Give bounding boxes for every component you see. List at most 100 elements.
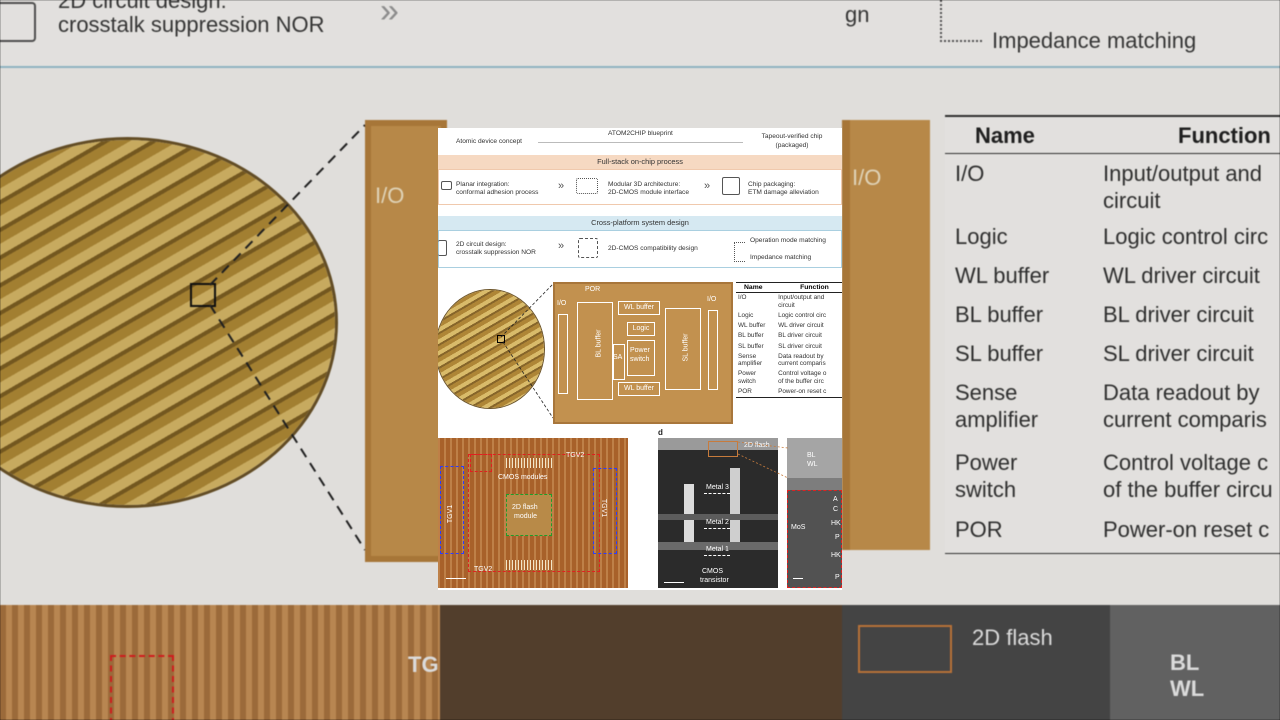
hk1-label: HK	[831, 520, 841, 527]
scale-bar	[446, 578, 466, 579]
background-bottom-tg: TG	[408, 652, 439, 677]
process-item-3-line2: ETM damage alleviation	[748, 189, 819, 196]
scale-bar	[664, 582, 684, 583]
background-bottom-orangebox	[858, 625, 952, 673]
tgv1-left-label: TGV1	[447, 504, 455, 524]
background-table-fn-io-2: circuit	[1103, 188, 1161, 213]
wl-buffer-bottom: WL buffer	[618, 382, 660, 396]
background-table-name-sl: SL buffer	[955, 341, 1044, 366]
table-row: I/O Input/output and circuit	[736, 293, 842, 311]
background-bottom-redbox	[110, 655, 174, 720]
background-table-name-io: I/O	[955, 161, 985, 186]
metal2-line	[704, 528, 730, 529]
chevron-right-icon: »	[558, 180, 564, 192]
background-banner-fragment: gn	[845, 2, 870, 27]
wl-buffer-top: WL buffer	[618, 301, 660, 315]
background-table-name-wl: WL buffer	[955, 263, 1050, 288]
background-table-fn-sa-1: Data readout by	[1103, 380, 1260, 405]
table-cell-name: Power switch	[738, 370, 757, 385]
table-cell-name: SL buffer	[738, 342, 764, 350]
p1-label: P	[835, 534, 840, 541]
background-table-name-sa-1: Sense	[955, 380, 1018, 405]
chip-power-2: switch	[630, 356, 650, 363]
system-item-3a: Operation mode matching	[750, 237, 826, 244]
chip-por: POR	[585, 286, 601, 293]
cmos-modules-label: CMOS modules	[498, 474, 548, 481]
background-chip-io-right: I/O	[852, 165, 882, 190]
puzzle-icon	[578, 238, 598, 258]
background-table-name-sa-2: amplifier	[955, 407, 1039, 432]
flash-module-label-1: 2D flash	[512, 504, 538, 511]
blueprint-right-1: Tapeout-verified chip	[761, 133, 823, 140]
background-table-fn-io-1: Input/output and	[1103, 161, 1263, 186]
table-cell-name: Sense amplifier	[738, 352, 763, 368]
chip-layout: POR I/O I/O BL buffer SA WL buffer Logic…	[553, 282, 733, 424]
cmos-label-2: transistor	[700, 577, 729, 584]
background-bottom-2dflash: 2D flash	[972, 625, 1053, 650]
chip-bl-buffer: BL buffer	[595, 329, 603, 358]
chevron-right-icon: »	[704, 180, 710, 192]
mos2-label: MoS	[791, 524, 806, 531]
tgv1-right-label: TGV1	[600, 498, 608, 518]
background-banner-right: Impedance matching	[992, 28, 1197, 53]
table-cell-name: Logic	[738, 311, 754, 319]
function-table: Name Function I/O Input/output and circui…	[736, 282, 842, 398]
background-table-name-logic: Logic	[955, 224, 1008, 249]
background-bottom-bl: BL	[1170, 650, 1200, 675]
tgv2-top-label: TGV2	[566, 452, 585, 459]
table-cell-function: Data readout by current comparis	[778, 352, 826, 368]
packaged-chip-photo: TGV2 TGV2 TGV1 TGV1 CMOS modules 2D flas…	[438, 438, 628, 588]
planar-icon	[441, 181, 452, 190]
background-table-fn-bl: BL driver circuit	[1103, 302, 1254, 327]
metal1-line	[704, 555, 730, 556]
table-row: SL buffer SL driver circuit	[736, 341, 842, 351]
table-cell-name: POR	[736, 386, 777, 398]
metal2-label: Metal 2	[706, 519, 729, 526]
blueprint-title: ATOM2CHIP blueprint	[608, 130, 673, 137]
process-item-1-line2: conformal adhesion process	[456, 189, 539, 196]
via-column	[684, 484, 694, 542]
system-item-2: 2D-CMOS compatibility design	[608, 245, 698, 252]
table-cell-function: Logic control circ	[778, 311, 827, 319]
background-bottom-chip	[0, 605, 440, 720]
function-table-header-function: Function	[776, 282, 842, 293]
background-table-fn-logic: Logic control circ	[1103, 224, 1269, 249]
flash-module-label-2: module	[514, 513, 537, 520]
table-row: Sense amplifier Data readout by current co…	[736, 351, 842, 369]
process-item-2-line2: 2D-CMOS module interface	[608, 189, 689, 196]
chip-power-1: Power	[630, 347, 650, 354]
blueprint-right-2: (packaged)	[775, 142, 809, 149]
background-table-fn-sl: SL driver circuit	[1103, 341, 1254, 366]
bond-wires-top	[506, 458, 552, 468]
background-table-fn-ps-1: Control voltage c	[1103, 450, 1269, 475]
chip-sa: SA	[613, 354, 623, 361]
bond-wires-bottom	[506, 560, 552, 570]
process-item-2-line1: Modular 3D architecture:	[608, 181, 681, 188]
process-item-3-line1: Chip packaging:	[748, 181, 796, 188]
connector-line	[734, 242, 745, 262]
circuit-icon	[438, 240, 447, 256]
background-table-name-ps-1: Power	[955, 450, 1018, 475]
metal1-label: Metal 1	[706, 546, 729, 553]
table-row: POR Power-on reset c	[736, 386, 842, 398]
chip-package-icon	[722, 177, 740, 195]
chevron-right-icon: »	[380, 0, 399, 30]
process-header: Full-stack on-chip process	[438, 155, 842, 169]
table-row: BL buffer BL driver circuit	[736, 331, 842, 341]
background-table-fn-ps-2: of the buffer circu	[1103, 477, 1273, 502]
cmos-label-1: CMOS	[702, 568, 723, 575]
table-row: Logic Logic control circ	[736, 311, 842, 321]
table-cell-name: I/O	[738, 294, 747, 302]
background-table: Name Function I/O Input/output and circu…	[945, 115, 1280, 555]
logic-block: Logic	[627, 322, 655, 336]
background-table-header-function: Function	[1178, 123, 1271, 148]
background-bottom-wl: WL	[1170, 676, 1205, 701]
table-cell-function: Control voltage o of the buffer circ	[778, 370, 827, 385]
blueprint-arrow	[538, 142, 743, 143]
background-zoom-lines	[209, 124, 366, 551]
sa-block	[613, 344, 625, 380]
table-cell-function: WL driver circuit	[778, 322, 824, 330]
table-cell-name: BL buffer	[738, 332, 764, 340]
background-table-header-name: Name	[975, 123, 1035, 148]
connector-line	[940, 0, 982, 42]
